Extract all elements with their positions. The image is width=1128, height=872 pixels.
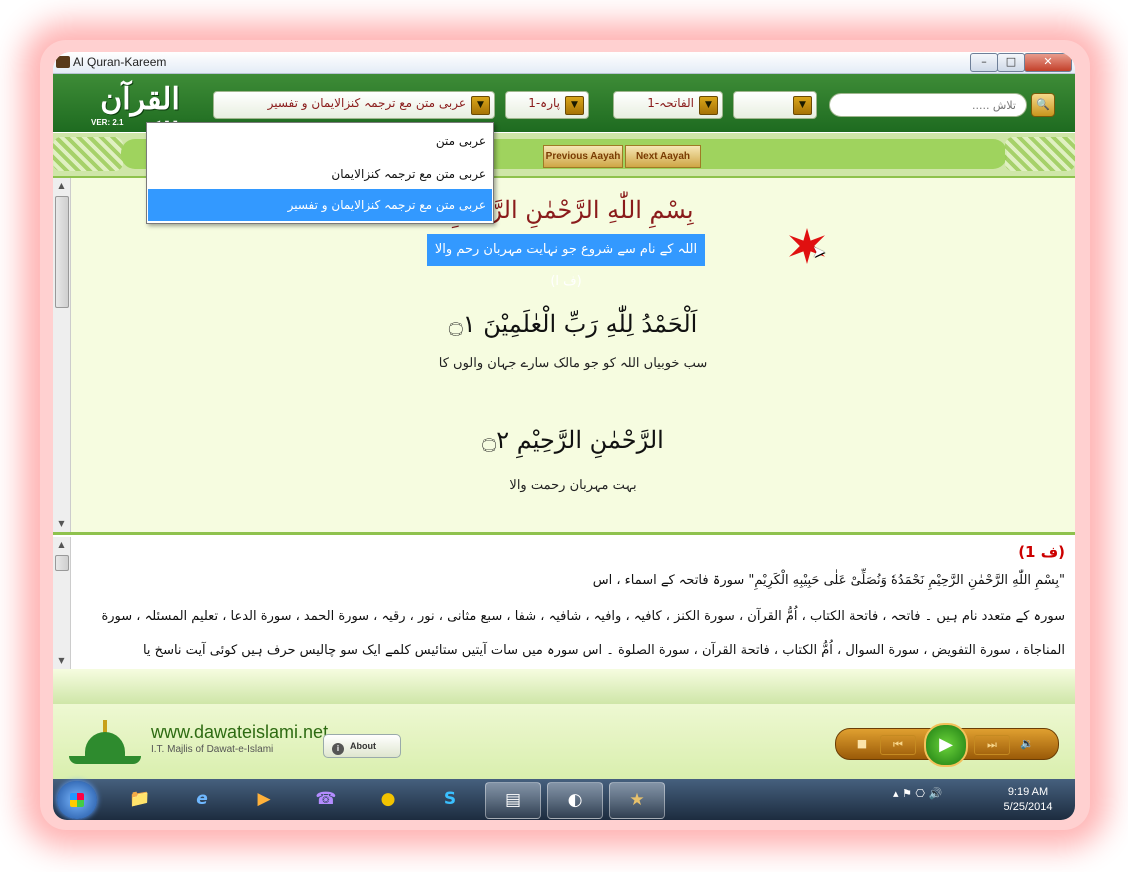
about-label: About xyxy=(350,741,376,751)
mouse-cursor-icon: ➤ xyxy=(812,242,826,261)
green-dome-icon xyxy=(85,732,125,756)
search-box xyxy=(829,93,1027,117)
translation-dropdown-list: عربی متن عربی متن مع ترجمہ کنزالایمان عر… xyxy=(146,122,494,224)
quran-logo: القرآن الكريم VER: 2.1 xyxy=(65,80,215,152)
website-link[interactable]: www.dawateislami.net xyxy=(151,722,328,743)
chevron-down-icon[interactable]: ▼ xyxy=(699,96,718,115)
footer-band xyxy=(53,669,1075,704)
chevron-down-icon[interactable]: ▼ xyxy=(793,96,812,115)
para-select[interactable]: پارہ-1 ▼ xyxy=(505,91,589,119)
tafseer-scrollbar[interactable]: ▲ ▼ xyxy=(53,537,71,669)
previous-aayah-button[interactable]: Previous Aayah xyxy=(543,145,623,168)
audio-player: ■ ⏮ ▶ ⏭ 🔉 xyxy=(835,723,1059,767)
skype-taskbar-icon[interactable]: S xyxy=(423,782,477,817)
previous-track-icon[interactable]: ⏮ xyxy=(880,735,916,755)
system-tray-icons[interactable]: ▴ ⚑ ⎔ 🔊 xyxy=(893,787,942,800)
ayah-2-translation: بہت مہربان رحمت والا xyxy=(509,478,637,493)
tafseer-reference: (ف 1) xyxy=(1018,543,1065,561)
ornament-right xyxy=(1005,137,1075,171)
version-label: VER: 2.1 xyxy=(91,118,124,127)
next-track-icon[interactable]: ⏭ xyxy=(974,735,1010,755)
info-icon: i xyxy=(332,743,344,755)
surah-select[interactable]: الفاتحہ-1 ▼ xyxy=(613,91,723,119)
title-bar[interactable]: Al Quran-Kareem – □ ✕ xyxy=(53,52,1075,74)
aayah-select[interactable]: ▼ xyxy=(733,91,817,119)
ornament-left xyxy=(53,137,123,171)
viber-taskbar-icon[interactable]: ☎ xyxy=(299,782,353,817)
footer: www.dawateislami.net I.T. Majlis of Dawa… xyxy=(53,704,1075,779)
stop-icon[interactable]: ■ xyxy=(854,735,870,753)
app-book-icon xyxy=(56,56,70,68)
chevron-down-icon[interactable]: ▼ xyxy=(565,96,584,115)
volume-icon[interactable]: 🔉 xyxy=(1018,735,1036,753)
tafseer-line: "بِسْمِ اللّٰهِ الرَّحْمٰنِ الرَّحِیْمِ … xyxy=(592,573,1065,588)
windows-logo-icon xyxy=(70,793,84,807)
media-player-taskbar-icon[interactable]: ▶ xyxy=(237,782,291,817)
translation-select[interactable]: عربی متن مع ترجمہ کنزالایمان و تفسیر ▼ xyxy=(213,91,495,119)
tafseer-line: سورہ کے متعدد نام ہیں ۔ فاتحہ ، فاتحة ال… xyxy=(101,609,1065,624)
app-taskbar-icon[interactable]: ◐ xyxy=(547,782,603,819)
scroll-thumb[interactable] xyxy=(55,555,69,571)
chrome-taskbar-icon[interactable]: ● xyxy=(361,782,415,817)
organization-subtitle: I.T. Majlis of Dawat-e-Islami xyxy=(151,744,274,755)
close-button[interactable]: ✕ xyxy=(1024,53,1072,72)
play-icon[interactable]: ▶ xyxy=(924,723,968,767)
logo-base xyxy=(69,756,141,764)
app-window: Al Quran-Kareem – □ ✕ القرآن الكريم VER:… xyxy=(53,52,1075,820)
ayah-1-text: اَلْحَمْدُ لِلّٰهِ رَبِّ الْعٰلَمِیْنَ ۝… xyxy=(448,310,698,338)
surah-select-value: الفاتحہ-1 xyxy=(647,96,694,110)
tafseer-pane[interactable]: ▲ ▼ (ف 1) "بِسْمِ اللّٰهِ الرَّحْمٰنِ ال… xyxy=(53,537,1075,669)
search-input[interactable] xyxy=(838,96,1018,114)
scroll-up-icon[interactable]: ▲ xyxy=(53,178,70,194)
dropdown-item-arabic-translation[interactable]: عربی متن مع ترجمہ کنزالایمان xyxy=(148,158,492,190)
scroll-down-icon[interactable]: ▼ xyxy=(53,653,70,669)
main-scrollbar[interactable]: ▲ ▼ xyxy=(53,178,71,532)
internet-explorer-taskbar-icon[interactable]: e xyxy=(175,782,229,817)
chevron-down-icon[interactable]: ▼ xyxy=(471,96,490,115)
ayah-2-text: الرَّحْمٰنِ الرَّحِیْمِ ۝٢ xyxy=(482,426,664,454)
tafseer-line: المناجاة ، سورة التفویض ، سورة السوال ، … xyxy=(142,643,1065,658)
scroll-thumb[interactable] xyxy=(55,196,69,308)
para-select-value: پارہ-1 xyxy=(528,96,560,110)
clock-time[interactable]: 9:19 AM xyxy=(998,786,1058,798)
maximize-button[interactable]: □ xyxy=(997,53,1025,72)
start-button[interactable] xyxy=(57,781,97,819)
bismillah-translation[interactable]: اللہ کے نام سے شروع جو نہایت مہربان رحم … xyxy=(427,234,705,289)
quran-text-pane[interactable]: ▲ ▼ بِسْمِ اللّٰهِ الرَّحْمٰنِ الرَّحِیْ… xyxy=(53,178,1075,535)
dawateislami-logo xyxy=(63,714,143,772)
search-icon[interactable]: 🔍 xyxy=(1031,93,1055,117)
ayah-1-translation: سب خوبیاں اللہ کو جو مالک سارے جہان والو… xyxy=(438,356,708,371)
windows-taskbar: 📁 e ▶ ☎ ● S ▤ ◐ ★ ▴ ⚑ ⎔ 🔊 9:19 AM 5/25/2… xyxy=(53,779,1075,820)
explorer-taskbar-icon[interactable]: 📁 xyxy=(113,782,167,817)
quran-taskbar-icon[interactable]: ★ xyxy=(609,782,665,819)
dropdown-item-arabic-translation-tafseer[interactable]: عربی متن مع ترجمہ کنزالایمان و تفسیر xyxy=(148,189,492,221)
scroll-down-icon[interactable]: ▼ xyxy=(53,516,70,532)
next-aayah-button[interactable]: Next Aayah xyxy=(625,145,701,168)
minimize-button[interactable]: – xyxy=(970,53,998,72)
app-taskbar-icon[interactable]: ▤ xyxy=(485,782,541,819)
window-title: Al Quran-Kareem xyxy=(73,55,167,69)
translation-select-value: عربی متن مع ترجمہ کنزالایمان و تفسیر xyxy=(267,96,466,110)
about-button[interactable]: i About xyxy=(323,734,401,758)
scroll-up-icon[interactable]: ▲ xyxy=(53,537,70,553)
dropdown-item-arabic[interactable]: عربی متن xyxy=(148,125,492,157)
clock-date[interactable]: 5/25/2014 xyxy=(998,801,1058,813)
